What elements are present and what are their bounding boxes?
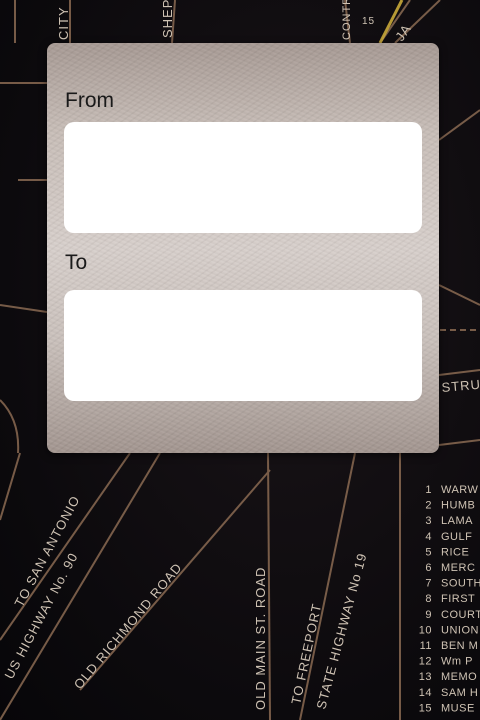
route-panel: From To [47, 43, 439, 453]
legend-number: 6 [425, 562, 432, 574]
legend-name: HUMB [441, 500, 475, 512]
to-label: To [65, 251, 88, 274]
legend-name: MERC [441, 562, 475, 574]
legend-number: 15 [419, 702, 432, 714]
map-label-15: 15 [362, 16, 375, 27]
legend-name: RICE [441, 546, 469, 558]
map-label-old-richmond-road: OLD RICHMOND ROAD [71, 560, 185, 692]
legend-name: UNION [441, 624, 479, 636]
legend-number: 7 [425, 578, 432, 590]
legend-number: 11 [420, 640, 432, 652]
legend-number: 5 [425, 546, 432, 558]
legend-name: BEN M [441, 640, 478, 652]
legend-name: SOUTH [441, 578, 480, 590]
legend-number: 9 [425, 609, 432, 621]
map-label-old-main-st-road: OLD MAIN ST. ROAD [253, 567, 268, 710]
map-label-ja: JA [392, 21, 414, 44]
map-label-city: CITY [56, 6, 71, 40]
app-screen: TO SAN ANTONIO US HIGHWAY No. 90 OLD RIC… [0, 0, 480, 720]
legend-name: WARW [441, 484, 479, 496]
legend-name: COURT [441, 609, 480, 621]
legend-name: LAMA [441, 515, 473, 527]
map-label-shep: SHEP [160, 0, 175, 38]
legend-number: 8 [425, 593, 432, 605]
legend-name: SAM H [441, 687, 478, 699]
legend-number: 10 [419, 624, 432, 636]
map-label-state-highway-19: STATE HIGHWAY No 19 [313, 551, 369, 711]
legend-name: MEMO [441, 671, 477, 683]
map-label-contra: CONTRA [341, 0, 353, 40]
from-label: From [65, 89, 114, 112]
legend-name: FIRST [441, 593, 475, 605]
legend-name: MUSE [441, 702, 475, 714]
from-input[interactable] [64, 122, 422, 233]
legend-name: Wm P [441, 656, 473, 668]
map-label-stru: STRU [441, 377, 480, 395]
legend-number: 1 [425, 484, 432, 496]
legend-number: 4 [425, 531, 432, 543]
legend-name: GULF [441, 531, 472, 543]
map-legend: 1 WARW 2 HUMB 3 LAMA 4 GULF 5 RICE 6 MERC 7 SOUTH 8 FIR… [419, 484, 480, 714]
legend-number: 3 [425, 515, 432, 527]
to-input[interactable] [64, 290, 422, 401]
legend-number: 13 [419, 671, 432, 683]
legend-number: 2 [425, 500, 432, 512]
legend-number: 12 [419, 656, 432, 668]
legend-number: 14 [419, 687, 432, 699]
